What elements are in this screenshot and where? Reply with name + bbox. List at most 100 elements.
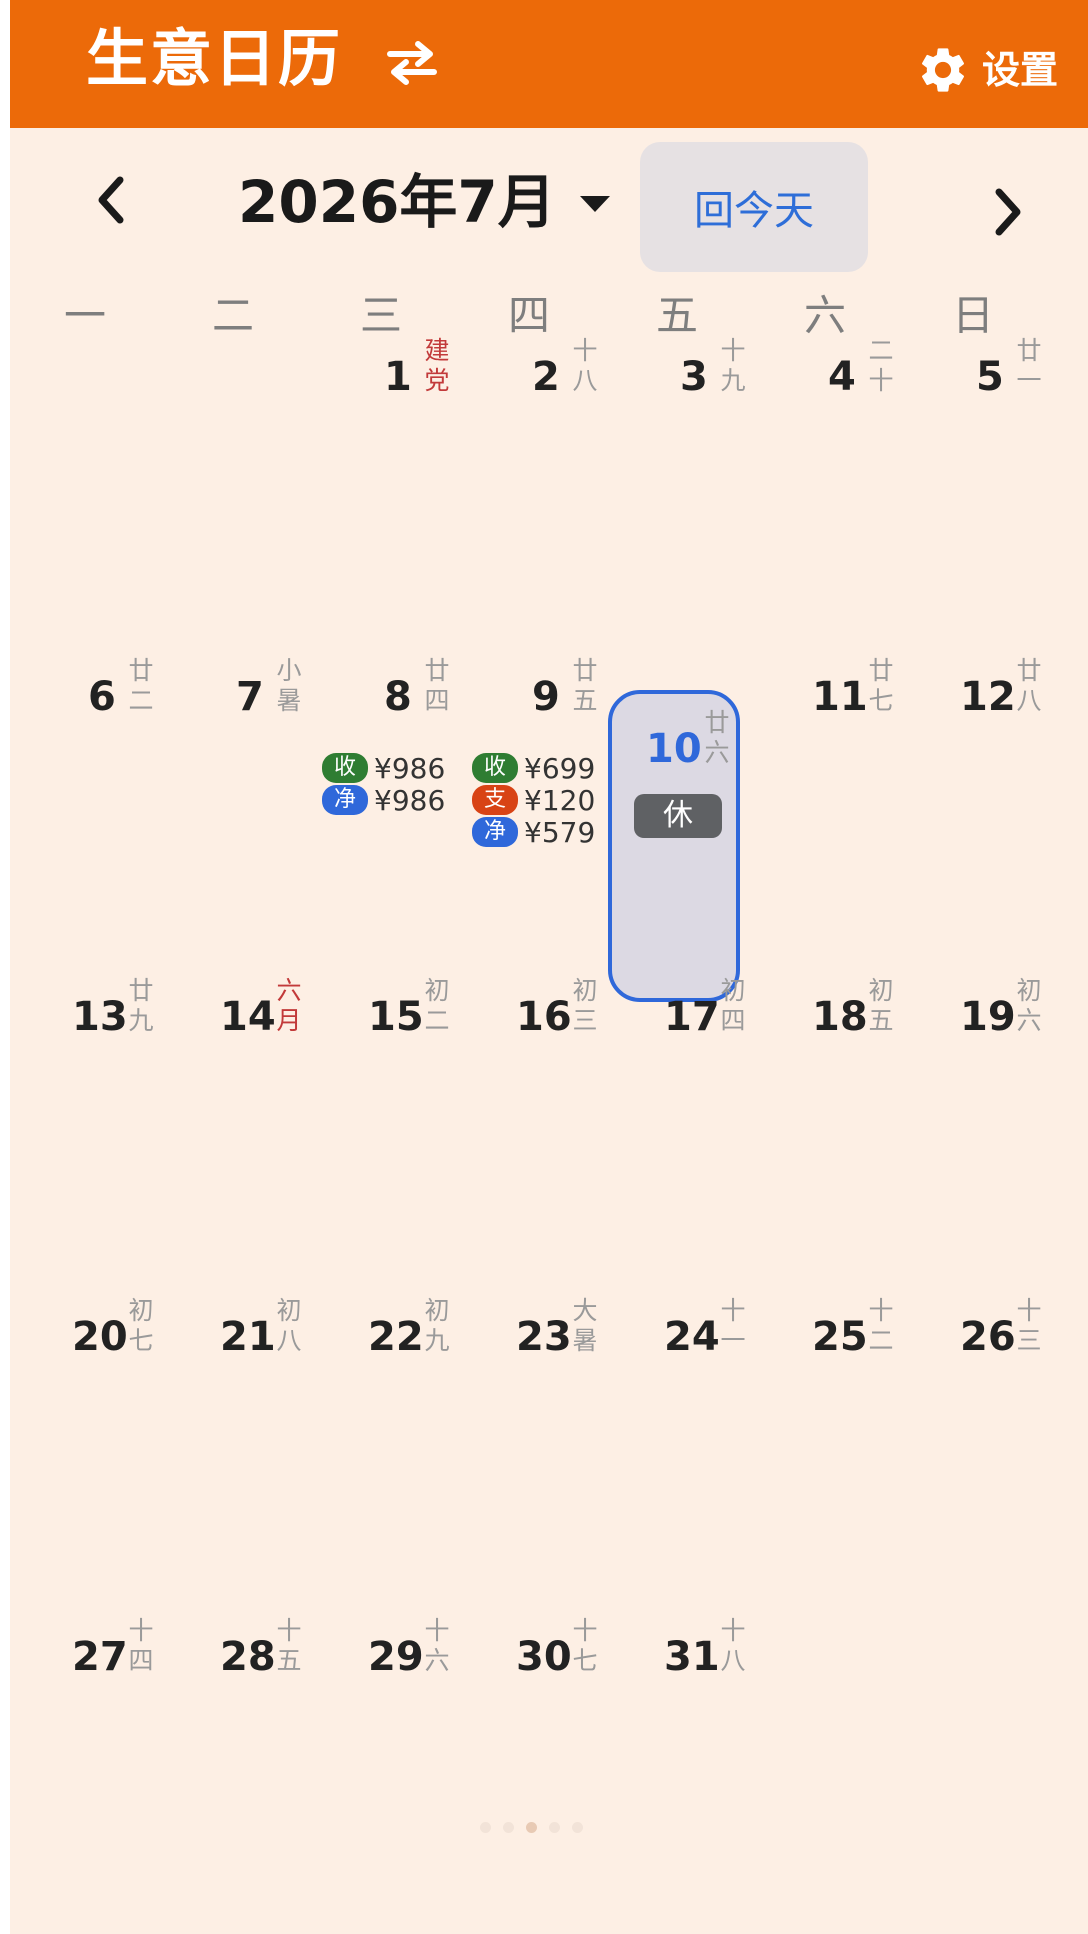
day-number: 29	[368, 1634, 424, 1680]
calendar-day-cell[interactable]: 28 十五	[168, 1610, 318, 1930]
app-title: 生意日历	[86, 22, 343, 95]
calendar-day-cell[interactable]: 17 初四	[612, 970, 762, 1290]
day-number: 14	[220, 994, 276, 1040]
calendar-day-cell[interactable]: 2 十八	[464, 330, 614, 650]
day-number: 6	[88, 674, 116, 720]
entry-type-tag: 收	[472, 753, 518, 783]
calendar-day-cell[interactable]: 3 十九	[612, 330, 762, 650]
calendar-day-cell[interactable]: 13 廿九	[20, 970, 170, 1290]
month-picker[interactable]: 2026年7月	[238, 166, 612, 238]
lunar-date: 初九	[424, 1296, 450, 1355]
calendar-day-cell[interactable]: 31 十八	[612, 1610, 762, 1930]
day-number: 21	[220, 1314, 276, 1360]
lunar-date: 廿五	[572, 656, 598, 715]
calendar-day-cell[interactable]: 18 初五	[760, 970, 910, 1290]
lunar-date: 廿六	[704, 708, 730, 767]
day-number: 31	[664, 1634, 720, 1680]
lunar-date: 廿二	[128, 656, 154, 715]
calendar-day-cell[interactable]: 10 廿六休	[608, 690, 740, 1002]
lunar-date: 建党	[424, 336, 450, 395]
day-number: 12	[960, 674, 1016, 720]
day-number: 17	[664, 994, 720, 1040]
calendar-day-cell[interactable]: 11 廿七	[760, 650, 910, 970]
calendar-day-cell[interactable]: 9 廿五收 ¥699 支 ¥120 净 ¥579	[464, 650, 614, 970]
lunar-date: 初六	[1016, 976, 1042, 1035]
swap-arrows-icon[interactable]	[382, 38, 442, 88]
lunar-date: 廿一	[1016, 336, 1042, 395]
lunar-date: 六月	[276, 976, 302, 1035]
current-month: 2026年7月	[238, 168, 556, 236]
gear-icon	[921, 48, 964, 92]
today-button-label: 回今天	[694, 188, 814, 234]
transaction-entry: 支 ¥120	[472, 782, 595, 818]
entry-type-tag: 收	[322, 753, 368, 783]
transaction-entry: 收 ¥699	[472, 750, 595, 786]
lunar-date: 廿四	[424, 656, 450, 715]
page-dot	[480, 1822, 491, 1833]
day-number: 16	[516, 994, 572, 1040]
calendar-day-cell[interactable]: 27 十四	[20, 1610, 170, 1930]
chevron-right-icon[interactable]	[985, 182, 1031, 242]
chevron-left-icon[interactable]	[88, 170, 134, 230]
transaction-entry: 净 ¥579	[472, 814, 595, 850]
lunar-date: 初七	[128, 1296, 154, 1355]
calendar-day-cell[interactable]: 20 初七	[20, 1290, 170, 1610]
calendar-day-cell[interactable]: 8 廿四收 ¥986 净 ¥986	[316, 650, 466, 970]
entry-amount: ¥986	[374, 783, 446, 817]
transaction-entry: 收 ¥986	[322, 750, 445, 786]
calendar-day-cell[interactable]: 25 十二	[760, 1290, 910, 1610]
calendar-day-cell[interactable]: 16 初三	[464, 970, 614, 1290]
lunar-date: 初五	[868, 976, 894, 1035]
calendar-day-cell[interactable]: 24 十一	[612, 1290, 762, 1610]
day-number: 15	[368, 994, 424, 1040]
day-number: 10	[646, 726, 702, 772]
calendar-day-cell[interactable]: 15 初二	[316, 970, 466, 1290]
entry-amount: ¥579	[524, 815, 596, 849]
lunar-date: 十八	[572, 336, 598, 395]
day-number: 2	[532, 354, 560, 400]
calendar-day-cell[interactable]: 29 十六	[316, 1610, 466, 1930]
day-number: 13	[72, 994, 128, 1040]
weekday-label: 二	[211, 291, 254, 340]
entry-amount: ¥120	[524, 783, 596, 817]
caret-down-icon	[579, 196, 610, 212]
calendar-day-cell[interactable]: 5 廿一	[908, 330, 1058, 650]
page-dot	[503, 1822, 514, 1833]
calendar-day-cell[interactable]: 19 初六	[908, 970, 1058, 1290]
calendar-day-cell[interactable]: 12 廿八	[908, 650, 1058, 970]
entry-amount: ¥986	[374, 751, 446, 785]
day-number: 9	[532, 674, 560, 720]
calendar-day-cell[interactable]: 7 小暑	[168, 650, 318, 970]
calendar-app: 生意日历 设置 2026年7月 回今天 一二三四五六日 1 建党 2 十八 3 十九 4 二十…	[10, 0, 1088, 1934]
entry-type-tag: 净	[322, 785, 368, 815]
lunar-date: 十二	[868, 1296, 894, 1355]
lunar-date: 十七	[572, 1616, 598, 1675]
lunar-date: 初四	[720, 976, 746, 1035]
entry-type-tag: 支	[472, 785, 518, 815]
day-number: 22	[368, 1314, 424, 1360]
lunar-date: 初八	[276, 1296, 302, 1355]
lunar-date: 十四	[128, 1616, 154, 1675]
day-number: 5	[976, 354, 1004, 400]
calendar-day-cell[interactable]: 14 六月	[168, 970, 318, 1290]
settings-button[interactable]: 设置	[916, 40, 1058, 100]
lunar-date: 廿八	[1016, 656, 1042, 715]
rest-day-badge: 休	[634, 794, 722, 838]
today-button[interactable]: 回今天	[640, 142, 868, 272]
calendar-day-cell[interactable]: 23 大暑	[464, 1290, 614, 1610]
calendar-day-cell[interactable]: 30 十七	[464, 1610, 614, 1930]
lunar-date: 大暑	[572, 1296, 598, 1355]
calendar-day-cell[interactable]: 21 初八	[168, 1290, 318, 1610]
day-number: 26	[960, 1314, 1016, 1360]
day-number: 25	[812, 1314, 868, 1360]
calendar-day-cell[interactable]: 6 廿二	[20, 650, 170, 970]
lunar-date: 小暑	[276, 656, 302, 715]
calendar-day-cell[interactable]: 22 初九	[316, 1290, 466, 1610]
calendar-day-cell[interactable]: 4 二十	[760, 330, 910, 650]
day-number: 20	[72, 1314, 128, 1360]
page-dot	[572, 1822, 583, 1833]
calendar-day-cell[interactable]: 1 建党	[316, 330, 466, 650]
calendar-day-cell[interactable]: 26 十三	[908, 1290, 1058, 1610]
day-number: 7	[236, 674, 264, 720]
entry-type-tag: 净	[472, 817, 518, 847]
